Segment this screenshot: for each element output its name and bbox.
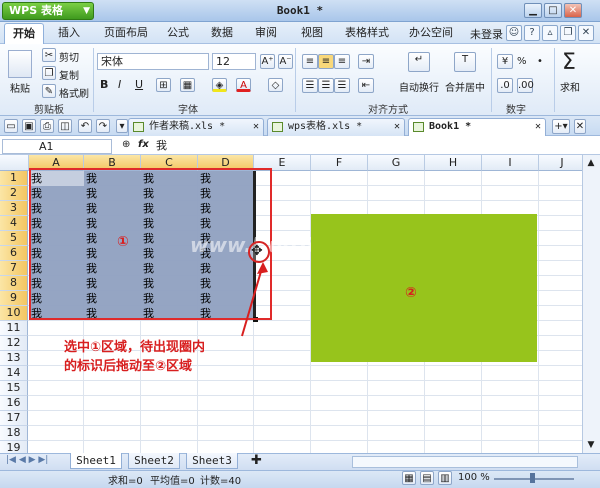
page-layout-view-icon[interactable]: ▤ [420, 471, 434, 485]
sheet-tab-2[interactable]: Sheet2 [128, 453, 180, 469]
page-break-view-icon[interactable]: ▥ [438, 471, 452, 485]
status-count: 计数=40 [200, 476, 242, 487]
sheet-tab-3[interactable]: Sheet3 [186, 453, 238, 469]
scroll-up-icon[interactable]: ▲ [584, 158, 598, 170]
scroll-down-icon[interactable]: ▼ [584, 440, 598, 452]
instruction-line-2: 的标识后拖动至②区域 [64, 359, 193, 374]
arrow-head [257, 262, 268, 274]
status-average: 平均值=0 [150, 476, 195, 487]
zoom-slider-thumb[interactable] [530, 473, 535, 483]
status-sum: 求和=0 [108, 476, 143, 487]
zoom-level[interactable]: 100 % [458, 472, 490, 483]
sheet-nav-icons[interactable]: |◀ ◀ ▶ ▶| [6, 455, 48, 465]
horizontal-scrollbar[interactable] [352, 456, 578, 468]
sheet-tab-1[interactable]: Sheet1 [70, 453, 122, 469]
normal-view-icon[interactable]: ▦ [402, 471, 416, 485]
vertical-scrollbar[interactable] [582, 155, 600, 453]
arrow-line [241, 267, 263, 337]
add-sheet-icon[interactable]: ✚ [251, 453, 262, 468]
instruction-line-1: 选中①区域，待出现圈内 [64, 340, 206, 355]
annotation-arrow [241, 262, 268, 337]
